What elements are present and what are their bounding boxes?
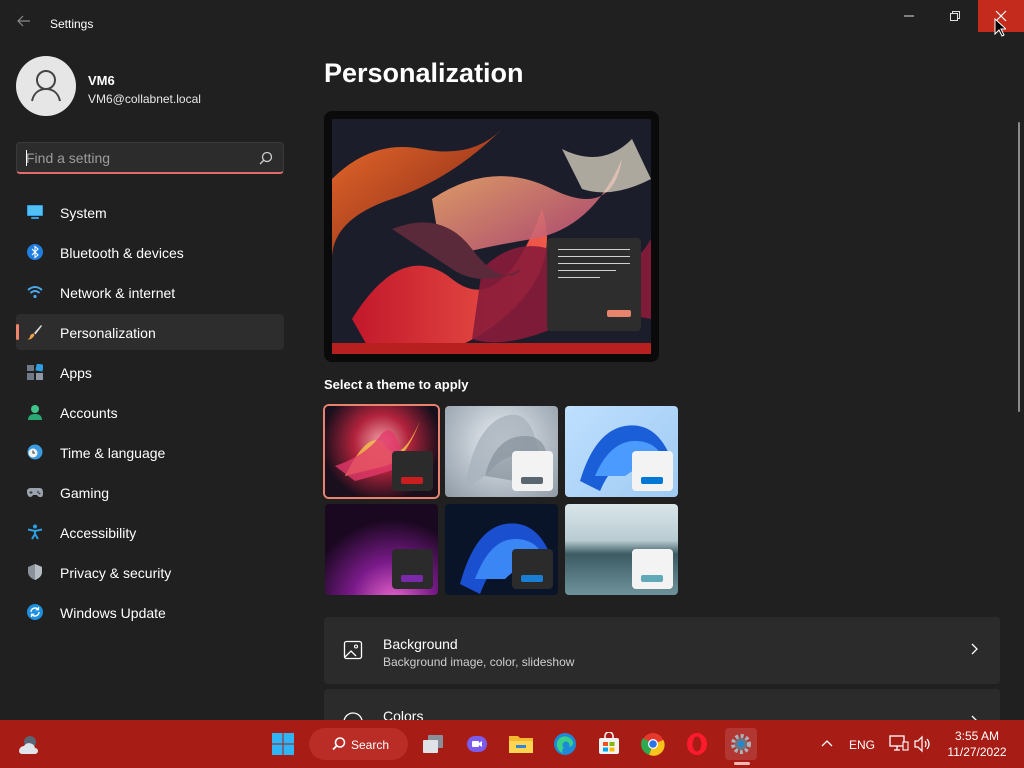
sidebar-item-label: Time & language <box>60 445 166 461</box>
chevron-right-icon <box>971 643 978 655</box>
sidebar-item-gaming[interactable]: Gaming <box>16 474 284 510</box>
person-icon <box>28 405 42 420</box>
sidebar-item-label: Gaming <box>60 485 110 501</box>
main-content: Personalization Select a theme to apply … <box>324 0 1024 756</box>
search-icon[interactable] <box>257 149 275 167</box>
accessibility-icon <box>27 524 43 540</box>
card-title: Background <box>383 636 458 652</box>
avatar <box>16 56 76 116</box>
search-box[interactable] <box>16 142 284 174</box>
sample-taskbar <box>332 343 651 354</box>
sidebar-item-personalization[interactable]: Personalization <box>16 314 284 350</box>
edge-icon[interactable] <box>549 728 581 760</box>
store-icon[interactable] <box>593 728 625 760</box>
gamepad-icon <box>27 488 43 498</box>
sidebar-item-label: Network & internet <box>60 285 176 301</box>
search-icon <box>332 737 346 751</box>
card-subtitle: Background image, color, slideshow <box>383 655 575 669</box>
sample-window-preview <box>547 238 641 331</box>
theme-windows-light[interactable] <box>565 406 678 497</box>
theme-grid <box>324 405 680 595</box>
opera-icon[interactable] <box>681 728 713 760</box>
update-icon <box>27 604 43 620</box>
search-input[interactable] <box>26 149 246 167</box>
active-app-indicator <box>734 762 750 765</box>
sidebar-item-label: Windows Update <box>60 605 166 621</box>
user-name: VM6 <box>88 73 115 88</box>
sidebar-item-label: Apps <box>60 365 92 381</box>
taskbar-search-button[interactable]: Search <box>309 728 408 760</box>
sidebar-item-system[interactable]: System <box>16 194 284 230</box>
app-title: Settings <box>50 17 94 31</box>
settings-icon[interactable] <box>725 728 757 760</box>
theme-flow-purple[interactable] <box>325 504 438 595</box>
sidebar-nav: System Bluetooth & devices Network & int… <box>16 194 284 634</box>
sample-accent-button <box>607 310 631 317</box>
image-icon <box>343 640 363 660</box>
clock-globe-icon <box>27 444 43 460</box>
chrome-icon[interactable] <box>637 728 669 760</box>
chevron-up-icon[interactable] <box>811 728 843 760</box>
mouse-cursor-icon <box>994 18 1006 37</box>
task-view-icon[interactable] <box>417 728 449 760</box>
themes-heading: Select a theme to apply <box>324 377 469 392</box>
sidebar-item-label: Accounts <box>60 405 118 421</box>
sidebar-item-network[interactable]: Network & internet <box>16 274 284 310</box>
sidebar-item-label: Accessibility <box>60 525 137 541</box>
teams-chat-icon[interactable] <box>461 728 493 760</box>
wifi-icon <box>27 286 43 299</box>
text-caret <box>26 150 27 166</box>
theme-glow-red[interactable] <box>325 406 438 497</box>
monitor-icon <box>27 205 43 219</box>
language-indicator[interactable]: ENG <box>849 738 875 754</box>
clock-date: 11/27/2022 <box>947 745 1007 759</box>
clock-time: 3:55 AM <box>954 729 1000 743</box>
taskbar: Search ENG 3:55 AM 11/27/2022 <box>0 720 1024 768</box>
settings-window: Settings VM6 VM6@collabnet.local System … <box>0 0 1024 756</box>
sidebar-item-accounts[interactable]: Accounts <box>16 394 284 430</box>
system-clock[interactable]: 3:55 AM 11/27/2022 <box>936 728 1018 760</box>
volume-icon[interactable] <box>906 728 938 760</box>
taskbar-search-label: Search <box>351 738 390 752</box>
sidebar-item-time-language[interactable]: Time & language <box>16 434 284 470</box>
sidebar-item-label: Personalization <box>60 325 156 341</box>
paintbrush-icon <box>27 325 42 340</box>
arrow-left-icon[interactable] <box>14 14 34 34</box>
sidebar-item-accessibility[interactable]: Accessibility <box>16 514 284 550</box>
bluetooth-icon <box>27 244 43 260</box>
sidebar-item-label: Privacy & security <box>60 565 172 581</box>
theme-windows-dark[interactable] <box>445 504 558 595</box>
background-settings-card[interactable]: Background Background image, color, slid… <box>324 617 1000 684</box>
sidebar-item-bluetooth[interactable]: Bluetooth & devices <box>16 234 284 270</box>
apps-icon <box>27 364 43 380</box>
theme-sunrise-lake[interactable] <box>565 504 678 595</box>
page-title: Personalization <box>324 58 524 88</box>
widgets-weather-icon[interactable] <box>12 728 44 760</box>
user-email: VM6@collabnet.local <box>88 92 201 106</box>
sidebar-item-privacy[interactable]: Privacy & security <box>16 554 284 590</box>
shield-icon <box>28 564 42 580</box>
windows-start-icon[interactable] <box>267 728 299 760</box>
theme-captured-motion[interactable] <box>445 406 558 497</box>
sidebar-item-apps[interactable]: Apps <box>16 354 284 390</box>
sidebar-item-windows-update[interactable]: Windows Update <box>16 594 284 630</box>
sidebar-item-label: Bluetooth & devices <box>60 245 184 261</box>
file-explorer-icon[interactable] <box>505 728 537 760</box>
theme-preview <box>324 111 659 362</box>
scrollbar-thumb[interactable] <box>1018 122 1020 412</box>
sidebar-item-label: System <box>60 205 107 221</box>
